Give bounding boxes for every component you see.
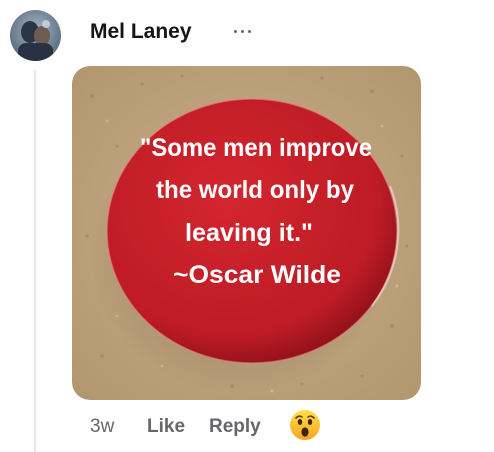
quote-line-1: "Some men improve — [140, 134, 372, 162]
comment-photo[interactable]: "Some men improve the world only by leav… — [72, 66, 421, 400]
quote-line-3: leaving it." — [185, 219, 313, 247]
author-name[interactable]: Mel Laney — [90, 20, 192, 44]
comment-container: Mel Laney "Some men improve the world on… — [0, 0, 494, 452]
reply-button[interactable]: Reply — [209, 416, 261, 438]
comment-timestamp[interactable]: 3w — [90, 416, 114, 438]
quote-line-4: ~Oscar Wilde — [173, 261, 341, 289]
wow-reaction-icon[interactable] — [289, 409, 321, 441]
quote-line-2: the world only by — [156, 176, 354, 204]
thread-line — [34, 70, 36, 452]
more-options-icon[interactable] — [232, 24, 254, 38]
author-avatar[interactable] — [10, 10, 61, 61]
like-button[interactable]: Like — [147, 416, 185, 438]
